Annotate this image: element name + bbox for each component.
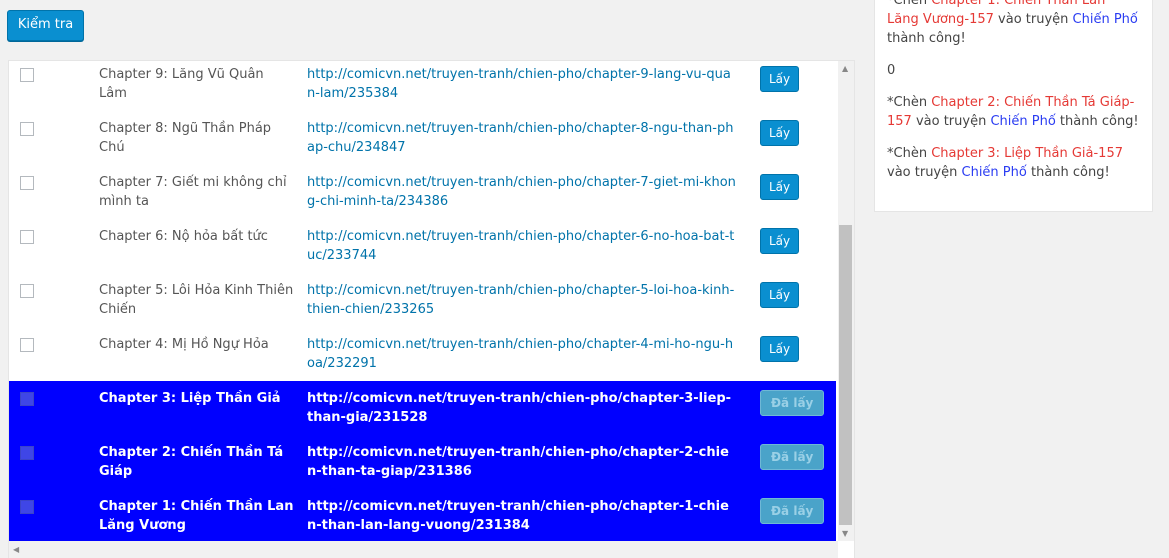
chapter-url[interactable]: http://comicvn.net/truyen-tranh/chien-ph… <box>307 173 737 211</box>
fetched-button[interactable]: Đã lấy <box>760 444 825 470</box>
row-checkbox[interactable] <box>20 446 34 460</box>
table-row: Chapter 9: Lăng Vũ Quân Lâm http://comic… <box>9 61 836 115</box>
chapter-title: Chapter 9: Lăng Vũ Quân Lâm <box>99 67 264 101</box>
table-row: Chapter 4: Mị Hồ Ngự Hỏa http://comicvn.… <box>9 331 836 385</box>
chapter-title: Chapter 1: Chiến Thần Lan Lăng Vương <box>99 499 294 533</box>
row-checkbox[interactable] <box>20 338 34 352</box>
scroll-up-icon[interactable]: ▲ <box>842 64 848 73</box>
chapter-title: Chapter 4: Mị Hồ Ngự Hỏa <box>99 337 269 352</box>
table-row: Chapter 6: Nộ hỏa bất tức http://comicvn… <box>9 223 836 277</box>
chapter-url[interactable]: http://comicvn.net/truyen-tranh/chien-ph… <box>307 443 737 481</box>
chapter-url[interactable]: http://comicvn.net/truyen-tranh/chien-ph… <box>307 281 737 319</box>
table-row-selected: Chapter 2: Chiến Thần Tá Giáp http://com… <box>9 435 836 489</box>
chapter-url[interactable]: http://comicvn.net/truyen-tranh/chien-ph… <box>307 389 737 427</box>
chapter-url[interactable]: http://comicvn.net/truyen-tranh/chien-ph… <box>307 65 737 103</box>
scroll-left-icon[interactable]: ◀ <box>13 545 19 554</box>
fetch-button[interactable]: Lấy <box>760 228 800 254</box>
chapter-title: Chapter 7: Giết mi không chỉ mình ta <box>99 175 287 209</box>
row-checkbox[interactable] <box>20 68 34 82</box>
scroll-thumb[interactable] <box>839 225 852 525</box>
row-checkbox[interactable] <box>20 230 34 244</box>
chapter-title: Chapter 6: Nộ hỏa bất tức <box>99 229 268 244</box>
chapter-url[interactable]: http://comicvn.net/truyen-tranh/chien-ph… <box>307 227 737 265</box>
fetched-button[interactable]: Đã lấy <box>760 498 825 524</box>
log-count: 0 <box>887 63 896 78</box>
horizontal-scrollbar[interactable]: ◀ <box>9 541 838 558</box>
fetch-button[interactable]: Lấy <box>760 336 800 362</box>
chapter-table: Chapter 9: Lăng Vũ Quân Lâm http://comic… <box>8 60 855 558</box>
log-message: *Chèn Chapter 2: Chiến Thần Tá Giáp-157 … <box>887 95 1139 129</box>
chapter-title: Chapter 8: Ngũ Thần Pháp Chú <box>99 121 272 155</box>
row-checkbox[interactable] <box>20 284 34 298</box>
log-message: *Chèn Chapter 1: Chiến Thần Lan Lăng Vươ… <box>887 0 1138 46</box>
table-row: Chapter 8: Ngũ Thần Pháp Chú http://comi… <box>9 115 836 169</box>
chapter-url[interactable]: http://comicvn.net/truyen-tranh/chien-ph… <box>307 497 737 535</box>
row-checkbox[interactable] <box>20 176 34 190</box>
chapter-url[interactable]: http://comicvn.net/truyen-tranh/chien-ph… <box>307 119 737 157</box>
fetched-button[interactable]: Đã lấy <box>760 390 825 416</box>
chapter-title: Chapter 5: Lôi Hỏa Kinh Thiên Chiến <box>99 283 294 317</box>
chapter-url[interactable]: http://comicvn.net/truyen-tranh/chien-ph… <box>307 335 737 373</box>
check-button[interactable]: Kiểm tra <box>7 10 84 41</box>
table-row-selected: Chapter 3: Liệp Thần Giả http://comicvn.… <box>9 381 836 435</box>
fetch-button[interactable]: Lấy <box>760 174 800 200</box>
fetch-button[interactable]: Lấy <box>760 120 800 146</box>
log-message: *Chèn Chapter 3: Liệp Thần Giả-157 vào t… <box>887 146 1123 180</box>
chapter-title: Chapter 3: Liệp Thần Giả <box>99 391 281 406</box>
scroll-down-icon[interactable]: ▼ <box>842 529 848 538</box>
row-checkbox[interactable] <box>20 392 34 406</box>
log-panel: *Chèn Chapter 1: Chiến Thần Lan Lăng Vươ… <box>874 0 1153 212</box>
chapter-title: Chapter 2: Chiến Thần Tá Giáp <box>99 445 284 479</box>
table-row: Chapter 5: Lôi Hỏa Kinh Thiên Chiến http… <box>9 277 836 331</box>
fetch-button[interactable]: Lấy <box>760 66 800 92</box>
row-checkbox[interactable] <box>20 500 34 514</box>
table-row: Chapter 7: Giết mi không chỉ mình ta htt… <box>9 169 836 223</box>
table-row-selected: Chapter 1: Chiến Thần Lan Lăng Vương htt… <box>9 489 836 543</box>
fetch-button[interactable]: Lấy <box>760 282 800 308</box>
vertical-scrollbar[interactable]: ▲ ▼ <box>838 61 854 541</box>
row-checkbox[interactable] <box>20 122 34 136</box>
